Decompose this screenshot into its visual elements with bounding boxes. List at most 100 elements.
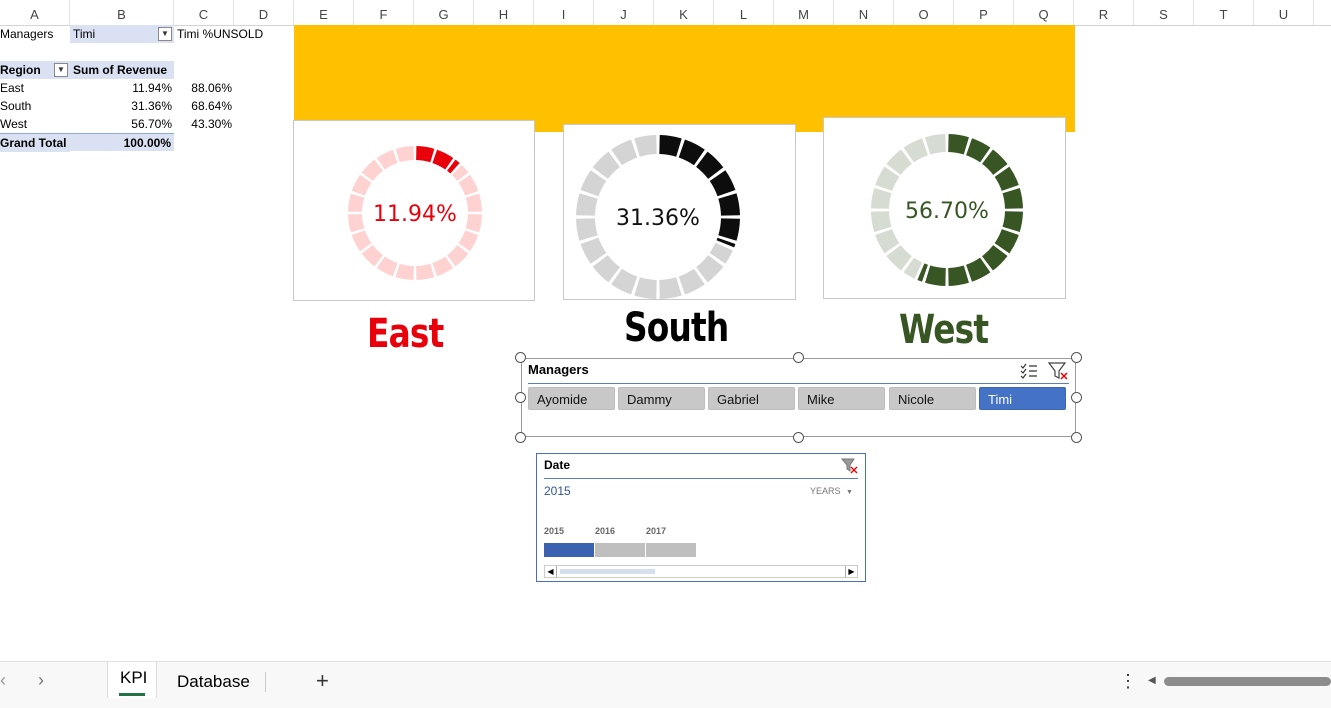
column-header-j[interactable]: J: [594, 0, 654, 25]
resize-handle[interactable]: [1071, 352, 1082, 363]
clear-filter-icon[interactable]: [1047, 361, 1069, 381]
column-header-o[interactable]: O: [894, 0, 954, 25]
grand-total-label: Grand Total: [0, 133, 70, 152]
column-header-r[interactable]: R: [1074, 0, 1134, 25]
donut-filled-segment: [925, 265, 946, 286]
column-header-a[interactable]: A: [0, 0, 70, 25]
donut-remaining-segment: [925, 134, 946, 155]
tab-separator: [265, 672, 266, 692]
donut-remaining-segment: [871, 211, 892, 232]
donut-filled-segment: [432, 149, 454, 170]
kpi-value-label: 31.36%: [616, 206, 700, 231]
filter-value: Timi: [73, 27, 96, 41]
region-label-east: East: [367, 311, 444, 357]
pivot-row-revenue: 31.36%: [131, 99, 172, 113]
donut-remaining-segment: [576, 218, 598, 241]
timeline-scrollbar[interactable]: ◀ ▶: [544, 565, 858, 578]
donut-remaining-segment: [395, 146, 414, 163]
filter-label: Managers: [0, 27, 54, 41]
region-label-south: South: [624, 305, 729, 351]
column-header-n[interactable]: N: [834, 0, 894, 25]
slicer-item-dammy[interactable]: Dammy: [618, 387, 705, 410]
kpi-card-west[interactable]: 56.70%: [823, 117, 1066, 299]
scroll-left-icon[interactable]: ◀: [545, 566, 557, 577]
timeline-clear-filter-icon[interactable]: [840, 458, 859, 474]
managers-slicer[interactable]: Managers Ayomide Dammy Gabriel Mike Nicole Ti…: [521, 358, 1076, 437]
kpi-card-east[interactable]: 11.94%: [293, 120, 535, 301]
donut-remaining-segment: [348, 193, 365, 212]
pivot-row-region: South: [0, 99, 32, 113]
sheet-tab-kpi[interactable]: KPI: [107, 662, 157, 698]
column-header-t[interactable]: T: [1194, 0, 1254, 25]
column-header-m[interactable]: M: [774, 0, 834, 25]
pivot-row-region: East: [0, 81, 25, 95]
sheet-tab-bar: ‹ › KPI Database + ⋮ ◀: [0, 661, 1331, 708]
column-header-b[interactable]: B: [70, 0, 174, 25]
chevron-down-icon: ▼: [846, 489, 853, 496]
timeline-period-2015[interactable]: [544, 543, 594, 557]
pivot-header-region-label: Region: [0, 63, 41, 77]
pivot-row-unsold: 88.06%: [191, 81, 232, 95]
hscroll-left-icon[interactable]: ◀: [1148, 675, 1156, 686]
slicer-divider: [528, 383, 1069, 384]
slicer-item-nicole[interactable]: Nicole: [889, 387, 976, 410]
resize-handle[interactable]: [793, 432, 804, 443]
kpi-value-label: 56.70%: [905, 199, 989, 224]
column-header-e[interactable]: E: [294, 0, 354, 25]
donut-remaining-segment: [465, 193, 482, 212]
next-sheet-icon[interactable]: ›: [38, 670, 44, 691]
pivot-row-revenue: 11.94%: [132, 81, 172, 95]
column-header-p[interactable]: P: [954, 0, 1014, 25]
slicer-item-gabriel[interactable]: Gabriel: [708, 387, 795, 410]
column-header-f[interactable]: F: [354, 0, 414, 25]
column-header-d[interactable]: D: [234, 0, 294, 25]
timeline-year-label: 2015: [544, 526, 565, 536]
column-header-u[interactable]: U: [1254, 0, 1314, 25]
resize-handle[interactable]: [515, 432, 526, 443]
timeline-year-label: 2017: [646, 526, 667, 536]
kpi-card-south[interactable]: 31.36%: [563, 124, 796, 300]
grand-total-value: 100.00%: [70, 133, 174, 151]
filter-dropdown-icon[interactable]: ▼: [158, 27, 172, 41]
slicer-item-ayomide[interactable]: Ayomide: [528, 387, 615, 410]
resize-handle[interactable]: [515, 352, 526, 363]
column-header-k[interactable]: K: [654, 0, 714, 25]
multi-select-icon[interactable]: [1019, 361, 1039, 379]
pivot-row-region: West: [0, 117, 28, 131]
more-options-icon[interactable]: ⋮: [1119, 671, 1137, 692]
donut-remaining-segment: [361, 159, 383, 181]
sheet-tab-kpi-label: KPI: [120, 668, 148, 687]
region-dropdown-icon[interactable]: ▼: [54, 63, 68, 77]
column-header-g[interactable]: G: [414, 0, 474, 25]
column-header-s[interactable]: S: [1134, 0, 1194, 25]
donut-remaining-segment: [447, 245, 469, 267]
column-header-l[interactable]: L: [714, 0, 774, 25]
date-timeline[interactable]: Date 2015 YEARS ▼ 2015 2016 2017 ◀ ▶: [536, 453, 866, 582]
column-header-i[interactable]: I: [534, 0, 594, 25]
prev-sheet-icon[interactable]: ‹: [0, 670, 6, 691]
scroll-right-icon[interactable]: ▶: [845, 566, 857, 577]
donut-remaining-segment: [458, 230, 479, 252]
column-header-c[interactable]: C: [174, 0, 234, 25]
slicer-item-mike[interactable]: Mike: [798, 387, 885, 410]
column-header-q[interactable]: Q: [1014, 0, 1074, 25]
timeline-period-2016[interactable]: [595, 543, 645, 557]
resize-handle[interactable]: [1071, 392, 1082, 403]
horizontal-scrollbar[interactable]: [1164, 677, 1331, 686]
resize-handle[interactable]: [793, 352, 804, 363]
timeline-period-2017[interactable]: [646, 543, 696, 557]
add-sheet-icon[interactable]: +: [316, 668, 329, 694]
scroll-thumb[interactable]: [560, 569, 655, 574]
donut-filled-segment: [718, 193, 740, 216]
resize-handle[interactable]: [1071, 432, 1082, 443]
resize-handle[interactable]: [515, 392, 526, 403]
donut-remaining-segment: [351, 230, 372, 252]
sheet-tab-database[interactable]: Database: [177, 672, 250, 692]
column-header-h[interactable]: H: [474, 0, 534, 25]
slicer-item-timi[interactable]: Timi: [979, 387, 1066, 410]
donut-remaining-segment: [376, 256, 398, 277]
donut-remaining-segment: [361, 245, 383, 267]
donut-remaining-segment: [465, 214, 482, 233]
donut-west: 56.70%: [871, 134, 1023, 286]
timeline-level-selector[interactable]: YEARS ▼: [810, 486, 853, 496]
